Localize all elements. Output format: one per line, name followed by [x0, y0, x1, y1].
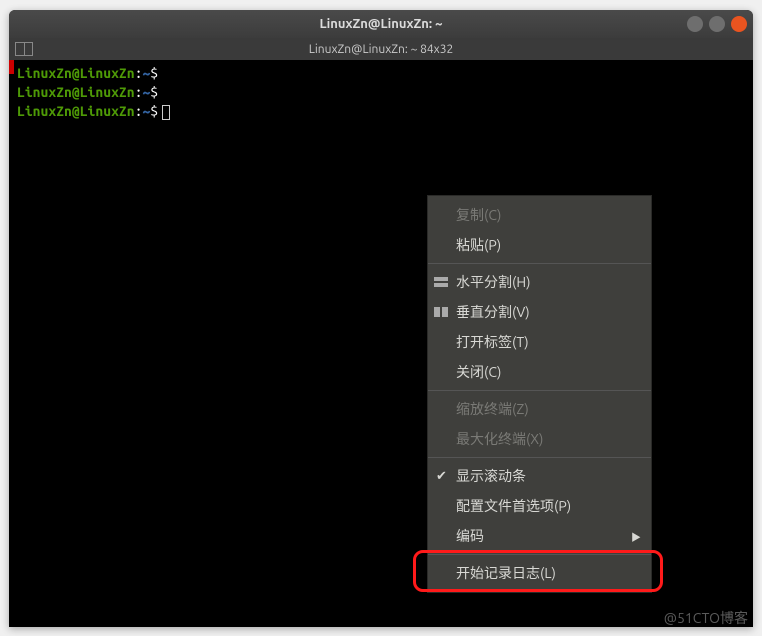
prompt-line-3: LinuxZn@LinuxZn:~$ [17, 102, 745, 121]
menu-start-log[interactable]: 开始记录日志(L) [428, 558, 651, 588]
cursor-icon [162, 105, 170, 120]
menu-open-tab[interactable]: 打开标签(T) [428, 327, 651, 357]
terminal-body[interactable]: LinuxZn@LinuxZn:~$ LinuxZn@LinuxZn:~$ Li… [9, 60, 753, 125]
menu-copy[interactable]: 复制(C) [428, 200, 651, 230]
split-indicator-icon[interactable] [15, 42, 33, 56]
menu-show-scrollbar[interactable]: ✔ 显示滚动条 [428, 461, 651, 491]
close-button[interactable] [731, 16, 747, 32]
menu-maximize[interactable]: 最大化终端(X) [428, 424, 651, 454]
maximize-button[interactable] [709, 16, 725, 32]
watermark-text: @51CTO博客 [664, 608, 748, 628]
submenu-arrow-icon: ▶ [631, 529, 641, 544]
prompt-line-2: LinuxZn@LinuxZn:~$ [17, 83, 745, 102]
minimize-button[interactable] [687, 16, 703, 32]
menu-vsplit[interactable]: 垂直分割(V) [428, 297, 651, 327]
subtitle-bar: LinuxZn@LinuxZn: ~ 84x32 [9, 38, 753, 60]
check-icon: ✔ [436, 469, 447, 484]
hsplit-icon [434, 276, 450, 288]
menu-paste[interactable]: 粘贴(P) [428, 230, 651, 260]
menu-hsplit[interactable]: 水平分割(H) [428, 267, 651, 297]
menu-separator [428, 263, 651, 264]
menu-zoom[interactable]: 缩放终端(Z) [428, 394, 651, 424]
vsplit-icon [434, 306, 450, 318]
context-menu: 复制(C) 粘贴(P) 水平分割(H) 垂直分割(V) 打开标签(T) 关闭(C… [427, 195, 652, 593]
menu-separator [428, 390, 651, 391]
subtitle-text: LinuxZn@LinuxZn: ~ 84x32 [309, 43, 454, 56]
menu-separator [428, 554, 651, 555]
window-controls [687, 16, 747, 32]
menu-encoding[interactable]: 编码 ▶ [428, 521, 651, 551]
window-titlebar[interactable]: LinuxZn@LinuxZn: ~ [9, 10, 753, 38]
menu-preferences[interactable]: 配置文件首选项(P) [428, 491, 651, 521]
menu-separator [428, 457, 651, 458]
menu-close[interactable]: 关闭(C) [428, 357, 651, 387]
close-tab-red[interactable] [9, 60, 14, 74]
window-title: LinuxZn@LinuxZn: ~ [319, 17, 442, 31]
prompt-line-1: LinuxZn@LinuxZn:~$ [17, 64, 745, 83]
